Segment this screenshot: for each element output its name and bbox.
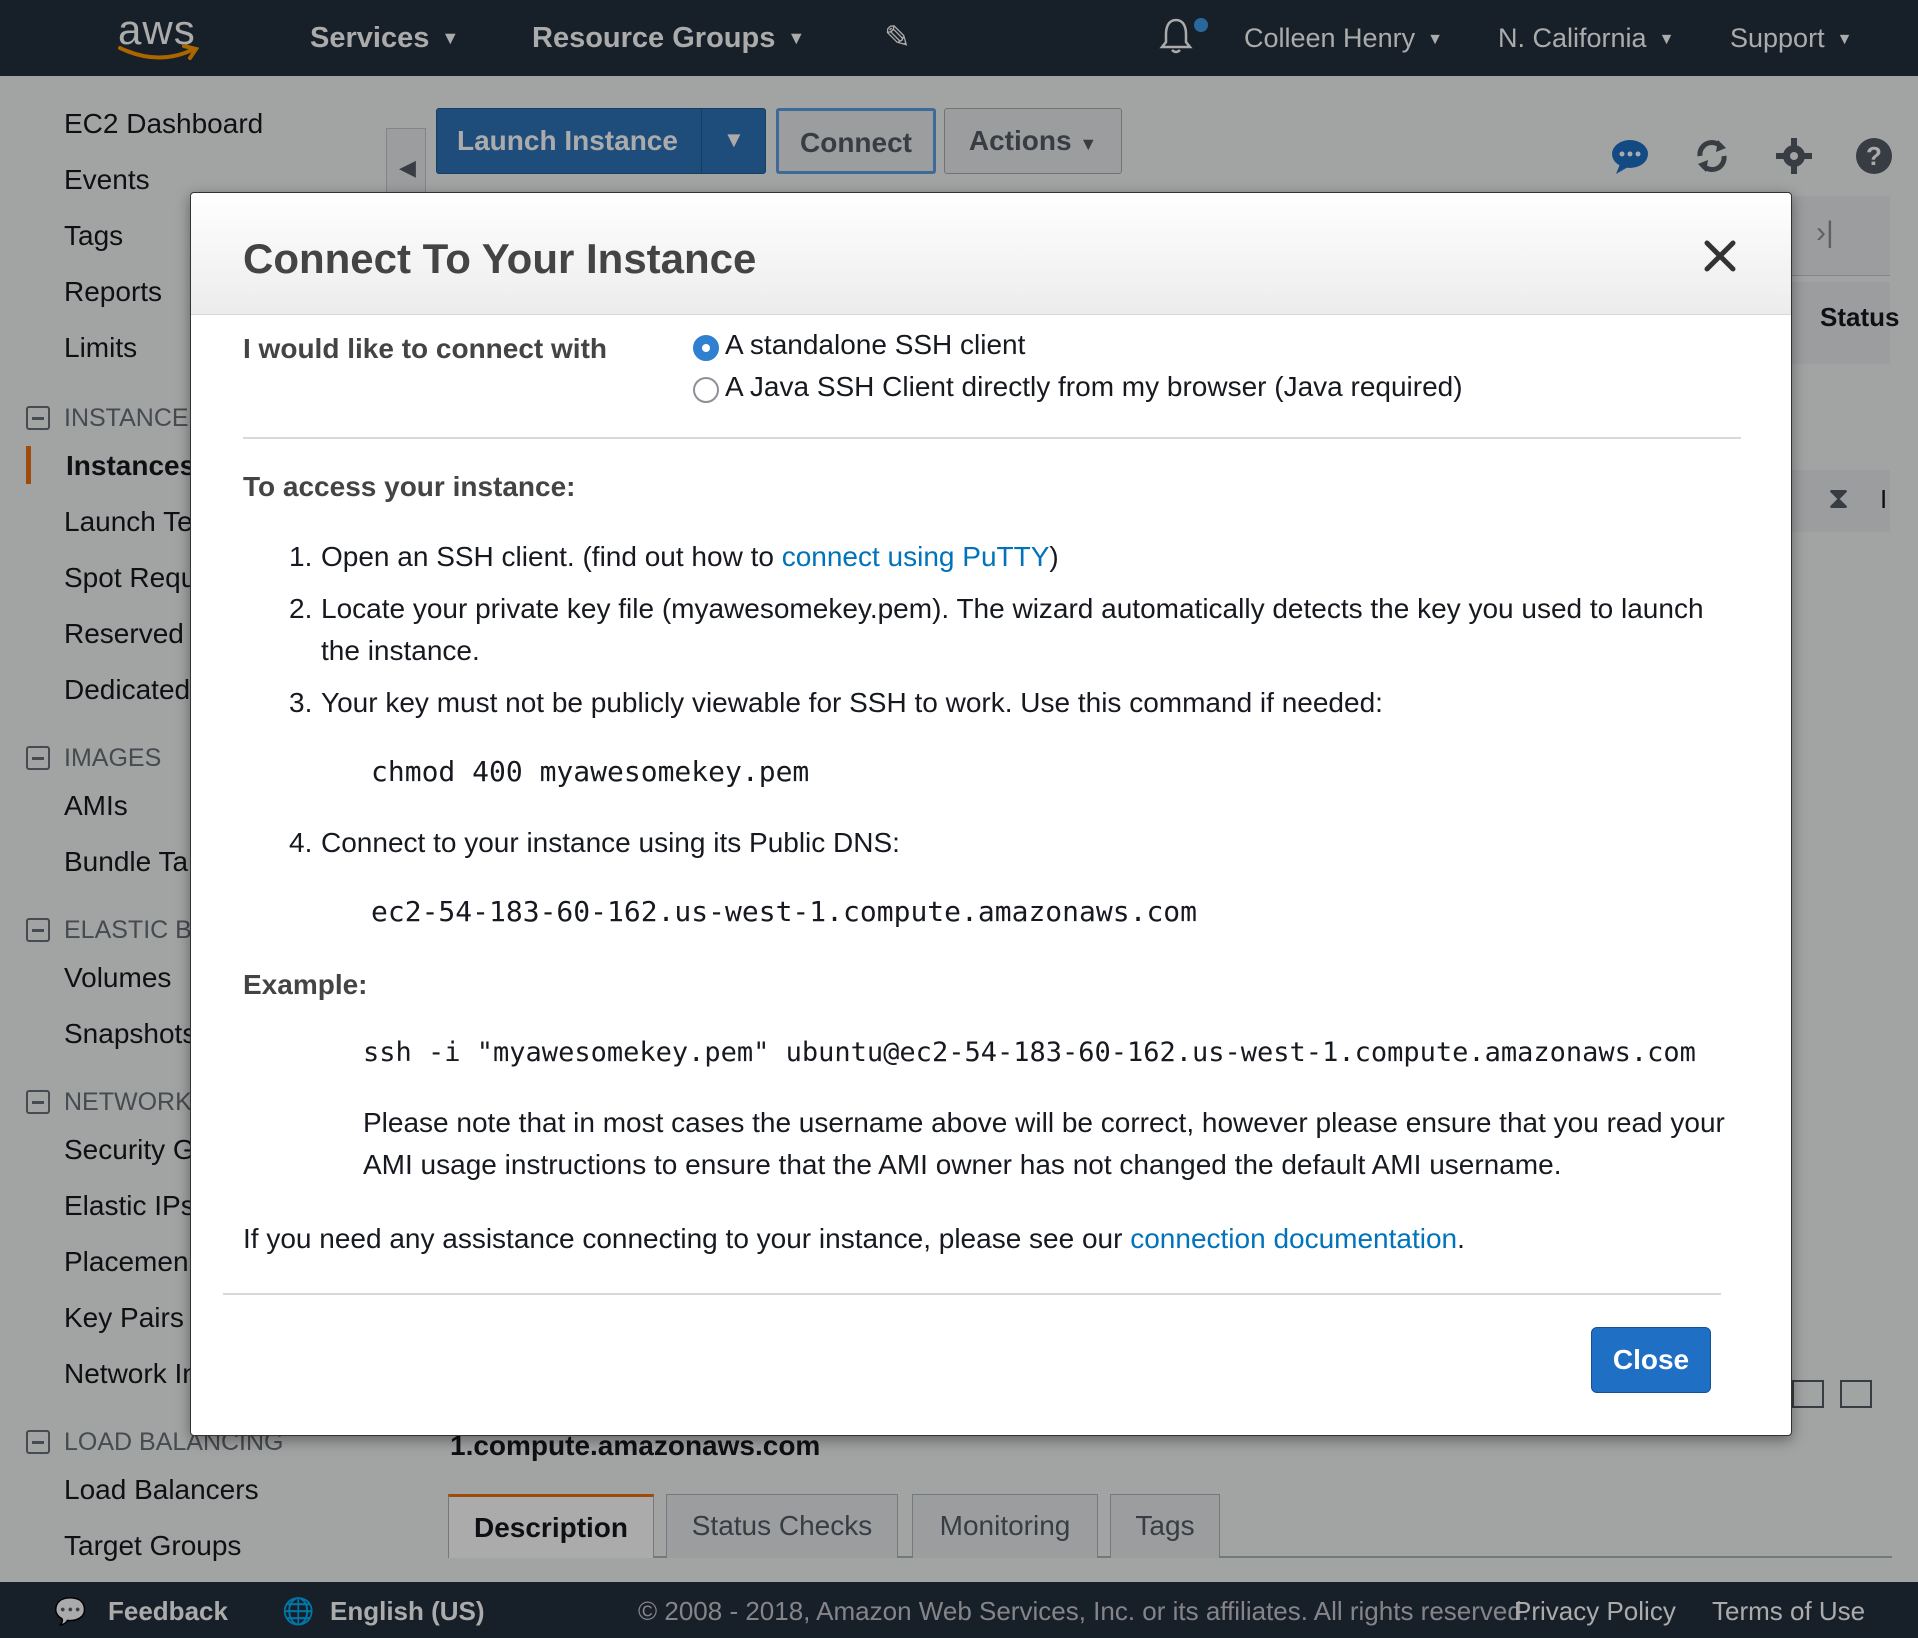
step-number: 2. <box>289 593 313 624</box>
dialog-title: Connect To Your Instance <box>243 235 757 282</box>
step-number: 3. <box>289 687 313 718</box>
step-2-text-cont: the instance. <box>321 635 480 666</box>
radio-standalone-label[interactable]: A standalone SSH client <box>725 329 1025 361</box>
radio-standalone-ssh[interactable] <box>693 335 719 361</box>
footer-divider <box>223 1293 1721 1295</box>
divider <box>243 437 1741 439</box>
step-1-text: Open an SSH client. (find out how to con… <box>321 541 1059 573</box>
dialog-header: Connect To Your Instance <box>191 193 1791 315</box>
public-dns-value[interactable]: ec2-54-183-60-162.us-west-1.compute.amaz… <box>371 895 1197 928</box>
step-4-text: Connect to your instance using its Publi… <box>321 827 900 858</box>
chmod-command[interactable]: chmod 400 myawesomekey.pem <box>371 755 809 788</box>
note-line-2: AMI usage instructions to ensure that th… <box>363 1149 1562 1180</box>
connection-documentation-link[interactable]: connection documentation <box>1130 1223 1457 1254</box>
access-heading: To access your instance: <box>243 471 576 502</box>
connect-with-label: I would like to connect with <box>243 333 608 364</box>
assistance-text: If you need any assistance connecting to… <box>243 1223 1465 1255</box>
step-1-label: Open an SSH client. (find out how to <box>321 541 782 572</box>
step-number: 1. <box>289 541 313 572</box>
radio-java-label[interactable]: A Java SSH Client directly from my brows… <box>725 371 1463 403</box>
putty-link[interactable]: connect using PuTTY <box>782 541 1050 572</box>
assistance-end: . <box>1457 1223 1465 1254</box>
radio-java-ssh[interactable] <box>693 377 719 403</box>
example-command[interactable]: ssh -i "myawesomekey.pem" ubuntu@ec2-54-… <box>363 1037 1696 1068</box>
step-2-text: Locate your private key file (myawesomek… <box>321 593 1704 624</box>
step-3-text: Your key must not be publicly viewable f… <box>321 687 1383 718</box>
connect-instance-dialog: Connect To Your Instance I would like to… <box>190 192 1792 1436</box>
example-heading: Example: <box>243 969 368 1000</box>
assistance-label: If you need any assistance connecting to… <box>243 1223 1131 1254</box>
step-1-after: ) <box>1049 541 1059 572</box>
step-number: 4. <box>289 827 313 858</box>
close-icon[interactable] <box>1703 239 1737 273</box>
note-line-1: Please note that in most cases the usern… <box>363 1107 1725 1138</box>
close-button[interactable]: Close <box>1591 1327 1711 1393</box>
